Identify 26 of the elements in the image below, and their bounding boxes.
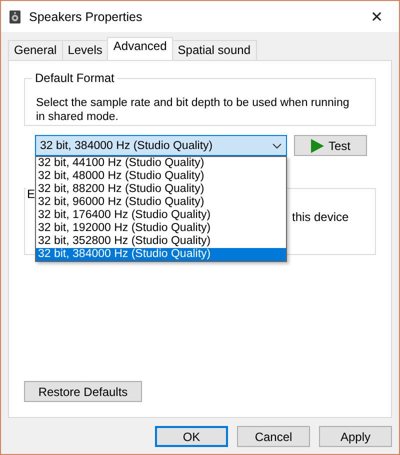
test-button[interactable]: Test: [294, 135, 367, 156]
tab[interactable]: General: [8, 40, 63, 60]
close-button[interactable]: ✕: [355, 8, 399, 26]
tab[interactable]: Advanced: [107, 37, 173, 60]
dropdown-option[interactable]: 32 bit, 88200 Hz (Studio Quality): [36, 183, 286, 196]
tab[interactable]: Spatial sound: [172, 40, 256, 60]
dialog-button[interactable]: Cancel: [237, 426, 310, 447]
dropdown-option[interactable]: 32 bit, 176400 Hz (Studio Quality): [36, 209, 286, 222]
option-text: this device: [292, 210, 349, 224]
speaker-icon: [9, 10, 21, 24]
description-text: Select the sample rate and bit depth to be used when running in shared mode.: [36, 96, 350, 124]
dropdown-option[interactable]: 32 bit, 48000 Hz (Studio Quality): [36, 170, 286, 183]
group-title: Default Format: [32, 71, 118, 85]
dropdown-option[interactable]: 32 bit, 192000 Hz (Studio Quality): [36, 222, 286, 235]
play-icon: [310, 138, 324, 152]
window-title: Speakers Properties: [29, 10, 144, 24]
dialog-button[interactable]: OK: [155, 426, 228, 447]
dropdown-option[interactable]: 32 bit, 44100 Hz (Studio Quality): [36, 157, 286, 170]
dropdown-option[interactable]: 32 bit, 384000 Hz (Studio Quality): [36, 248, 286, 261]
format-dropdown[interactable]: 32 bit, 384000 Hz (Studio Quality): [35, 135, 287, 156]
group-title: E: [26, 187, 36, 201]
dropdown-option[interactable]: 32 bit, 352800 Hz (Studio Quality): [36, 235, 286, 248]
restore-defaults-button[interactable]: Restore Defaults: [24, 381, 142, 402]
dropdown-option[interactable]: 32 bit, 96000 Hz (Studio Quality): [36, 196, 286, 209]
chevron-icon: [272, 142, 282, 148]
dialog-button[interactable]: Apply: [319, 426, 392, 447]
